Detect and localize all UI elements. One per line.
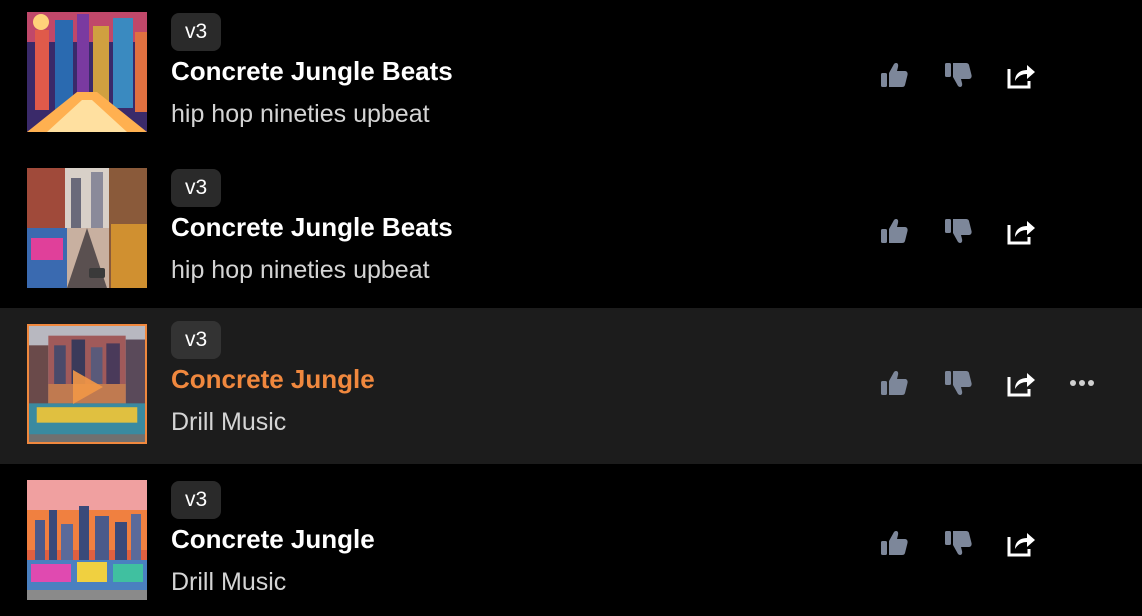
track-cover-image[interactable] — [27, 480, 147, 600]
thumbs-up-icon[interactable] — [877, 214, 911, 248]
track-description: hip hop nineties upbeat — [171, 100, 430, 128]
track-title[interactable]: Concrete Jungle — [171, 524, 375, 555]
track-cover-image[interactable] — [27, 12, 147, 132]
share-icon[interactable] — [1004, 526, 1038, 560]
play-icon[interactable] — [73, 370, 103, 404]
track-row[interactable]: v3 Concrete Jungle Beats hip hop ninetie… — [0, 156, 1142, 312]
track-description: Drill Music — [171, 568, 287, 596]
track-row[interactable]: v3 Concrete Jungle Beats hip hop ninetie… — [0, 0, 1142, 156]
share-icon[interactable] — [1004, 58, 1038, 92]
track-cover-image[interactable] — [27, 324, 147, 444]
share-icon[interactable] — [1004, 366, 1038, 400]
track-cover-image[interactable] — [27, 168, 147, 288]
thumbs-down-icon[interactable] — [941, 214, 975, 248]
version-badge: v3 — [171, 13, 222, 51]
thumbs-down-icon[interactable] — [941, 58, 975, 92]
track-row[interactable]: v3 Concrete Jungle Drill Music — [0, 468, 1142, 616]
track-title[interactable]: Concrete Jungle — [171, 364, 375, 395]
track-row-active[interactable]: v3 Concrete Jungle Drill Music — [0, 308, 1142, 464]
thumbs-up-icon[interactable] — [877, 526, 911, 560]
track-description: hip hop nineties upbeat — [171, 256, 430, 284]
track-title[interactable]: Concrete Jungle Beats — [171, 56, 453, 87]
thumbs-up-icon[interactable] — [877, 58, 911, 92]
thumbs-down-icon[interactable] — [941, 526, 975, 560]
track-title[interactable]: Concrete Jungle Beats — [171, 212, 453, 243]
track-list: v3 Concrete Jungle Beats hip hop ninetie… — [0, 0, 1142, 616]
more-options-icon[interactable] — [1066, 366, 1098, 400]
thumbs-up-icon[interactable] — [877, 366, 911, 400]
version-badge: v3 — [171, 481, 222, 519]
version-badge: v3 — [171, 169, 222, 207]
track-description: Drill Music — [171, 408, 287, 436]
version-badge: v3 — [171, 321, 222, 359]
thumbs-down-icon[interactable] — [941, 366, 975, 400]
share-icon[interactable] — [1004, 214, 1038, 248]
